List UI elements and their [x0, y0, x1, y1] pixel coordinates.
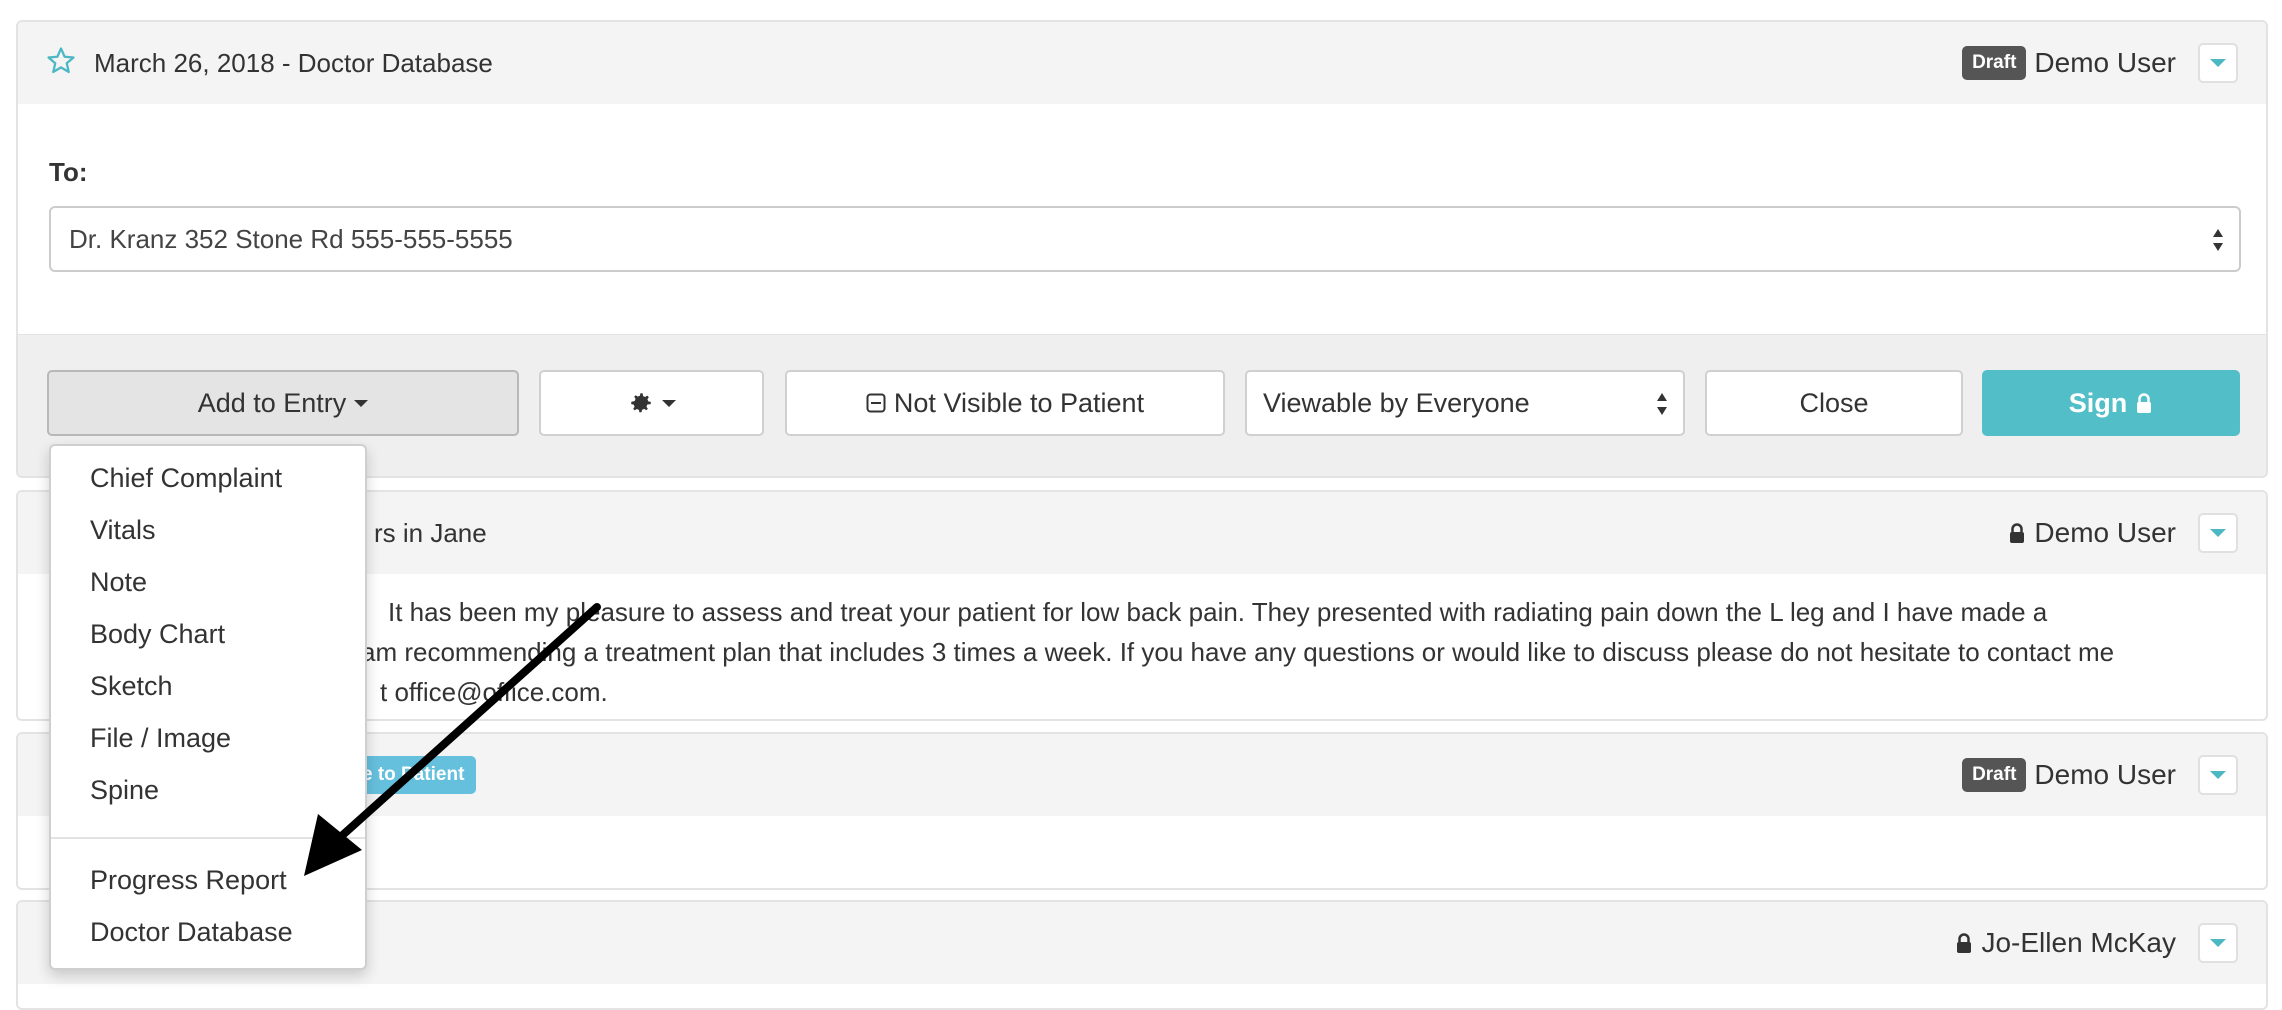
arrow-annotation: [304, 603, 601, 876]
